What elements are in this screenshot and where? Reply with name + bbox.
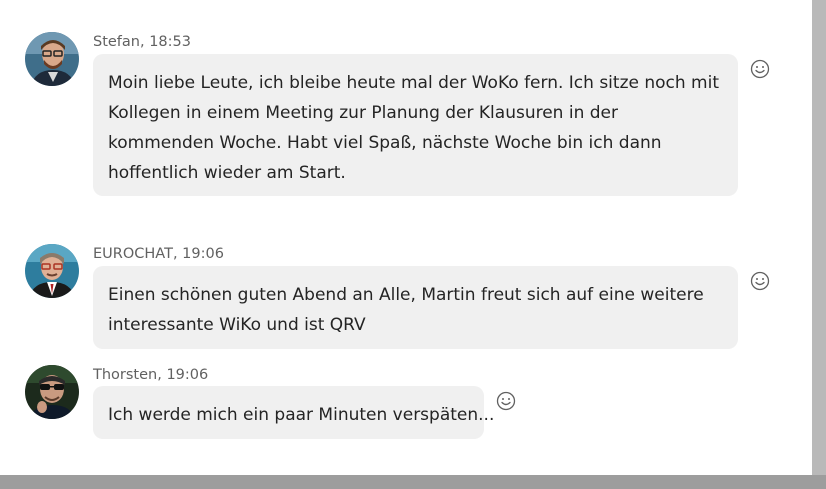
message-bubble: Einen schönen guten Abend an Alle, Marti… <box>93 266 738 349</box>
smiley-icon[interactable] <box>496 391 516 411</box>
smiley-icon[interactable] <box>750 271 770 291</box>
message-meta: Stefan, 18:53 <box>93 34 191 50</box>
message-meta: EUROCHAT, 19:06 <box>93 246 224 262</box>
avatar[interactable] <box>25 365 79 419</box>
message-meta: Thorsten, 19:06 <box>93 367 209 383</box>
window-shadow-right <box>812 0 826 489</box>
message-bubble: Ich werde mich ein paar Minuten verspäte… <box>93 386 494 439</box>
avatar[interactable] <box>25 244 79 298</box>
scroll-indicator <box>474 0 514 3</box>
smiley-icon[interactable] <box>750 59 770 79</box>
window-shadow-bottom <box>0 475 826 489</box>
avatar[interactable] <box>25 32 79 86</box>
message-bubble: Moin liebe Leute, ich bleibe heute mal d… <box>93 54 738 196</box>
